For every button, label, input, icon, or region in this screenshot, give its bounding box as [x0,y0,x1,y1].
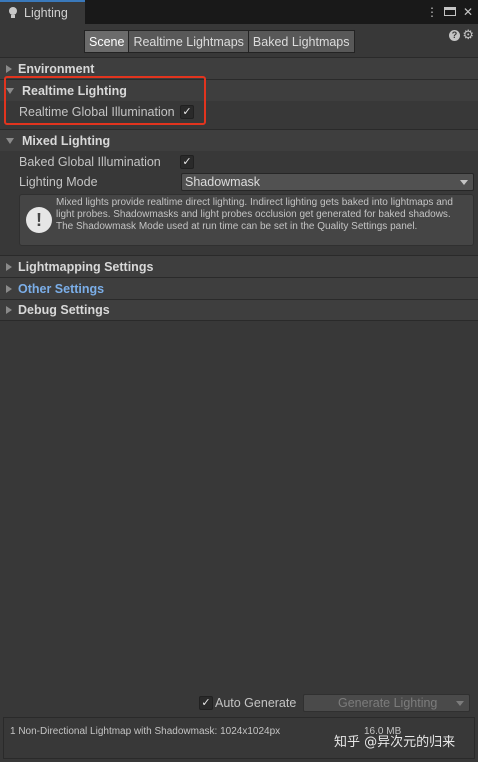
other-settings-foldout[interactable]: Other Settings [0,277,478,299]
lighting-mode-dropdown[interactable]: Shadowmask [181,173,474,191]
gear-icon[interactable]: ⚙ [462,27,474,43]
window-controls: ⋮ ✕ [426,3,474,21]
lightmapping-settings-label: Lightmapping Settings [18,259,154,274]
more-icon[interactable]: ⋮ [426,3,438,21]
generate-lighting-button[interactable]: Generate Lighting [303,694,470,712]
window-titlebar: Lighting ⋮ ✕ [0,0,478,24]
lighting-tab-group: Scene Realtime Lightmaps Baked Lightmaps [84,30,355,53]
foldout-arrow-icon [6,284,12,293]
highlight-annotation-box [4,76,206,125]
lightbulb-icon [8,7,18,19]
tab-baked-lightmaps[interactable]: Baked Lightmaps [247,30,355,53]
lightmap-status-text: 1 Non-Directional Lightmap with Shadowma… [10,726,281,737]
baked-gi-label: Baked Global Illumination [19,155,161,169]
foldout-arrow-icon [6,262,12,271]
tab-scene[interactable]: Scene [84,30,129,53]
foldout-arrow-icon [6,306,12,314]
baked-gi-checkbox[interactable]: ✓ [180,155,194,169]
mixed-lighting-help-text: Mixed lights provide realtime direct lig… [56,197,453,232]
lightmapping-settings-foldout[interactable]: Lightmapping Settings [0,255,478,277]
window-tab-title: Lighting [24,6,68,20]
environment-label: Environment [18,61,95,76]
mixed-lighting-help-box: ! Mixed lights provide realtime direct l… [19,194,474,246]
close-icon[interactable]: ✕ [462,3,474,21]
foldout-arrow-icon [6,64,12,73]
foldout-arrow-icon [6,137,14,144]
auto-generate-checkbox[interactable]: ✓ [199,696,213,710]
lighting-mode-value: Shadowmask [185,175,261,189]
tab-realtime-lightmaps[interactable]: Realtime Lightmaps [128,30,248,53]
other-settings-label: Other Settings [18,281,105,296]
debug-settings-label: Debug Settings [18,303,110,317]
lighting-mode-label: Lighting Mode [19,175,98,189]
maximize-icon[interactable] [444,3,456,21]
warning-icon: ! [26,207,52,233]
mixed-lighting-label: Mixed Lighting [22,133,111,148]
generate-lighting-label: Generate Lighting [338,696,438,710]
mixed-lighting-foldout[interactable]: Mixed Lighting [0,129,478,151]
chevron-down-icon [460,180,468,185]
chevron-down-icon[interactable] [456,701,464,706]
help-icon[interactable]: ? [449,30,460,41]
debug-settings-foldout[interactable]: Debug Settings [0,299,478,321]
lighting-window-tab[interactable]: Lighting [0,0,85,24]
auto-generate-label: Auto Generate [215,696,297,710]
lighting-toolbar: Scene Realtime Lightmaps Baked Lightmaps… [0,24,478,58]
watermark-text: 知乎 @异次元的归来 [334,735,456,750]
